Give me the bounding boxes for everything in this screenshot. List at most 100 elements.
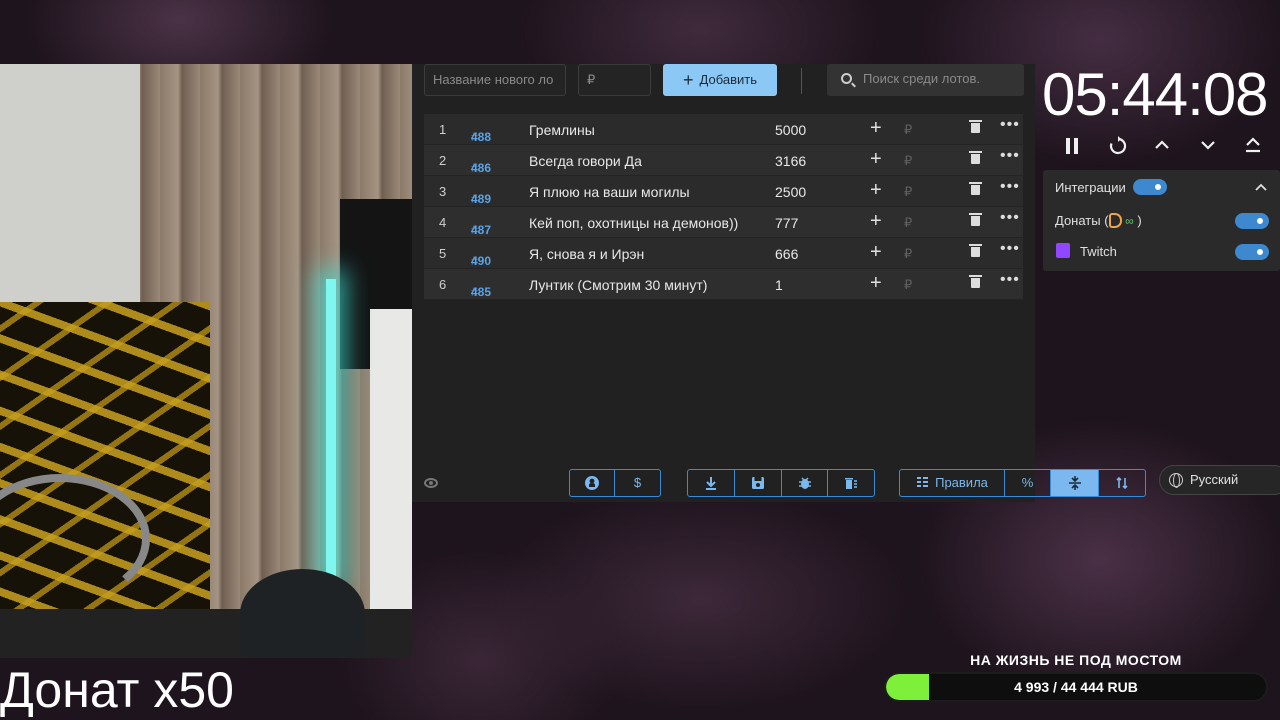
lot-name[interactable]: Кей поп, охотницы на демонов)) <box>529 215 738 231</box>
chevron-up-icon[interactable] <box>1155 140 1169 150</box>
lot-name[interactable]: Лунтик (Смотрим 30 минут) <box>529 277 707 293</box>
restart-icon[interactable] <box>1108 136 1128 156</box>
lot-id-value: 487 <box>471 223 492 237</box>
ruble-icon: ₽ <box>904 184 913 199</box>
donation-goal-title: НА ЖИЗНЬ НЕ ПОД МОСТОМ <box>970 652 1182 668</box>
lot-name[interactable]: Гремлины <box>529 122 595 138</box>
lot-amount[interactable]: 777 <box>775 215 798 231</box>
github-button[interactable] <box>570 470 615 496</box>
lot-name[interactable]: Я плюю на ваши могилы <box>529 184 690 200</box>
trash-icon <box>969 151 982 164</box>
timer-controls <box>1042 130 1280 164</box>
donationalerts-icon <box>1108 213 1122 228</box>
language-select[interactable]: Русский <box>1159 465 1280 495</box>
donations-toggle[interactable] <box>1235 213 1269 229</box>
add-amount-button[interactable]: + <box>870 241 882 264</box>
more-options-button[interactable]: ••• <box>1000 178 1020 196</box>
search-icon <box>841 73 852 84</box>
add-amount-button[interactable]: + <box>870 272 882 295</box>
new-lot-name-input[interactable]: Название нового ло <box>424 64 566 96</box>
visibility-toggle-icon[interactable] <box>424 478 438 488</box>
bottom-toolbar: $ Правила % Русский <box>412 465 1280 497</box>
rules-button[interactable]: Правила <box>900 470 1005 496</box>
lot-name[interactable]: Я, снова я и Ирэн <box>529 246 644 262</box>
delete-lot-button[interactable] <box>969 213 982 229</box>
delete-lot-button[interactable] <box>969 244 982 260</box>
trash-icon <box>969 213 982 226</box>
bug-icon <box>798 477 811 489</box>
double-chevron-up-icon[interactable] <box>1245 137 1261 153</box>
trash-icon <box>969 275 982 288</box>
chevron-up-icon[interactable] <box>1255 183 1267 191</box>
compress-icon <box>1068 476 1081 490</box>
sort-button[interactable] <box>1099 470 1145 496</box>
new-lot-amount-input[interactable]: ₽ <box>578 64 651 96</box>
lot-name[interactable]: Всегда говори Да <box>529 153 642 169</box>
donation-goal-progress: 4 993 / 44 444 RUB <box>1014 679 1138 695</box>
twitch-toggle[interactable] <box>1235 244 1269 260</box>
table-row: 6 #485 Лунтик (Смотрим 30 минут) 1 + ₽ •… <box>424 269 1023 300</box>
table-row: 4 #487 Кей поп, охотницы на демонов)) 77… <box>424 207 1023 238</box>
lot-position: 1 <box>439 122 447 137</box>
table-row: 2 #486 Всегда говори Да 3166 + ₽ ••• <box>424 145 1023 176</box>
more-options-button[interactable]: ••• <box>1000 240 1020 258</box>
lot-search-input[interactable]: Поиск среди лотов. <box>827 64 1024 96</box>
download-button[interactable] <box>688 470 735 496</box>
infinity-icon: ∞ <box>1125 214 1134 228</box>
chevron-down-icon[interactable] <box>1201 140 1215 150</box>
add-lot-bar: Название нового ло ₽ + Добавить Поиск сре… <box>412 64 1035 108</box>
add-lot-button[interactable]: + Добавить <box>663 64 777 96</box>
donate-button[interactable]: $ <box>615 470 660 496</box>
lot-position: 5 <box>439 246 447 261</box>
add-amount-button[interactable]: + <box>870 179 882 202</box>
lots-table: 1 #488 Гремлины 5000 + ₽ ••• 2 #486 Всег… <box>424 114 1023 300</box>
clear-list-button[interactable] <box>828 470 874 496</box>
add-amount-button[interactable]: + <box>870 117 882 140</box>
add-lot-button-label: Добавить <box>699 72 757 87</box>
delete-lot-button[interactable] <box>969 151 982 167</box>
ruble-icon: ₽ <box>904 215 913 230</box>
more-options-button[interactable]: ••• <box>1000 209 1020 227</box>
more-options-button[interactable]: ••• <box>1000 116 1020 134</box>
lot-position: 2 <box>439 153 447 168</box>
delete-lot-button[interactable] <box>969 120 982 136</box>
compact-view-button[interactable] <box>1051 470 1099 496</box>
lot-amount[interactable]: 3166 <box>775 153 806 169</box>
lot-id-value: 489 <box>471 192 492 206</box>
lot-id-value: 485 <box>471 285 492 299</box>
lot-amount[interactable]: 2500 <box>775 184 806 200</box>
view-button-group: Правила % <box>899 469 1146 497</box>
more-options-button[interactable]: ••• <box>1000 271 1020 289</box>
more-options-button[interactable]: ••• <box>1000 147 1020 165</box>
integrations-title: Интеграции <box>1055 180 1126 195</box>
table-row: 1 #488 Гремлины 5000 + ₽ ••• <box>424 114 1023 145</box>
integrations-panel: Интеграции Донаты ( ∞ ) Twitch <box>1043 170 1280 271</box>
percent-mode-button[interactable]: % <box>1005 470 1051 496</box>
integrations-toggle[interactable] <box>1133 179 1167 195</box>
add-amount-button[interactable]: + <box>870 148 882 171</box>
lot-amount[interactable]: 666 <box>775 246 798 262</box>
sort-icon <box>1116 476 1128 490</box>
add-amount-button[interactable]: + <box>870 210 882 233</box>
ruble-icon: ₽ <box>904 277 913 292</box>
delete-lot-button[interactable] <box>969 182 982 198</box>
save-button[interactable] <box>735 470 782 496</box>
lot-id-value: 486 <box>471 161 492 175</box>
table-row: 5 #490 Я, снова я и Ирэн 666 + ₽ ••• <box>424 238 1023 269</box>
twitch-icon <box>1056 243 1070 258</box>
lot-amount[interactable]: 1 <box>775 277 783 293</box>
save-icon <box>752 477 764 489</box>
pause-icon[interactable] <box>1065 138 1079 154</box>
delete-lot-button[interactable] <box>969 275 982 291</box>
lot-amount[interactable]: 5000 <box>775 122 806 138</box>
list-icon <box>917 477 929 487</box>
trash-icon <box>969 182 982 195</box>
links-button-group: $ <box>569 469 661 497</box>
ruble-icon: ₽ <box>904 153 913 168</box>
auction-timer: 05:44:08 <box>1042 61 1269 128</box>
file-button-group <box>687 469 875 497</box>
auction-panel: Название нового ло ₽ + Добавить Поиск сре… <box>412 64 1280 502</box>
bug-report-button[interactable] <box>782 470 828 496</box>
lot-id-value: 488 <box>471 130 492 144</box>
lot-position: 6 <box>439 277 447 292</box>
